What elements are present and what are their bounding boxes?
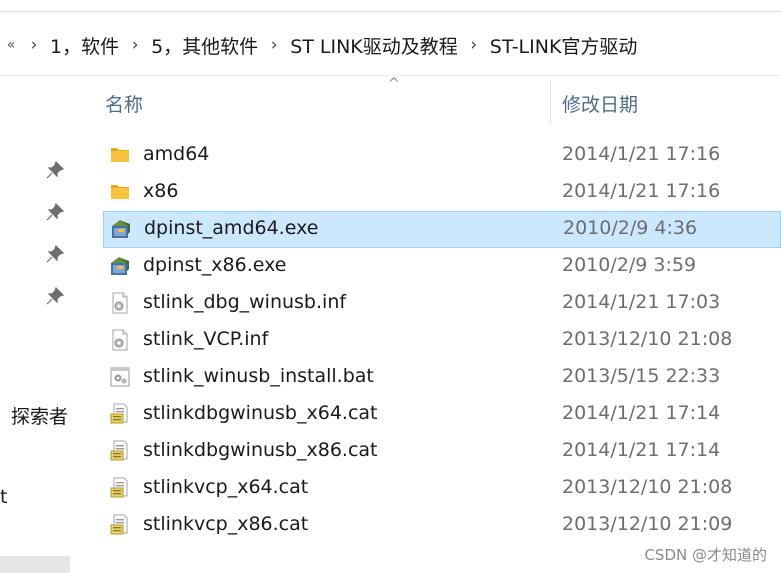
file-date-modified: 2013/12/10 21:08: [562, 328, 733, 350]
file-name: x86: [143, 180, 179, 202]
file-date-modified: 2013/12/10 21:08: [562, 476, 733, 498]
file-date-modified: 2010/2/9 3:59: [562, 254, 697, 276]
file-row[interactable]: stlinkdbgwinusb_x86.cat 2014/1/21 17:14: [72, 433, 781, 470]
breadcrumb-item[interactable]: ST LINK驱动及教程: [286, 32, 462, 59]
file-date-modified: 2014/1/21 17:16: [562, 180, 721, 202]
nav-item-label[interactable]: t: [0, 486, 7, 508]
search-box-border: [0, 11, 781, 12]
file-row[interactable]: stlink_VCP.inf 2013/12/10 21:08: [72, 322, 781, 359]
file-row[interactable]: stlink_winusb_install.bat 2013/5/15 22:33: [72, 359, 781, 396]
file-row[interactable]: stlinkdbgwinusb_x64.cat 2014/1/21 17:14: [72, 396, 781, 433]
folder-icon: [108, 143, 132, 167]
installer-icon: [108, 254, 132, 278]
breadcrumb-item[interactable]: 1，软件: [46, 32, 123, 59]
file-row[interactable]: amd64 2014/1/21 17:16: [72, 137, 781, 174]
file-name: amd64: [143, 143, 210, 165]
column-header-name[interactable]: 名称: [105, 90, 143, 117]
file-date-modified: 2014/1/21 17:14: [562, 439, 721, 461]
navigation-pane: 探索者 t: [0, 76, 72, 573]
breadcrumb-item-current[interactable]: ST-LINK官方驱动: [486, 32, 642, 59]
watermark: CSDN @才知道的: [644, 546, 767, 564]
chevron-right-icon[interactable]: ›: [462, 35, 486, 55]
setup-info-icon: [108, 291, 132, 315]
search-box-edge: [0, 0, 781, 20]
file-date-modified: 2014/1/21 17:16: [562, 143, 721, 165]
security-catalog-icon: [108, 513, 132, 537]
setup-info-icon: [108, 328, 132, 352]
chevron-right-icon[interactable]: ›: [123, 35, 147, 55]
file-row[interactable]: stlinkvcp_x86.cat 2013/12/10 21:09: [72, 507, 781, 544]
file-row[interactable]: dpinst_x86.exe 2010/2/9 3:59: [72, 248, 781, 285]
file-name: stlink_dbg_winusb.inf: [143, 291, 347, 313]
security-catalog-icon: [108, 476, 132, 500]
nav-scrollbar[interactable]: [0, 556, 70, 573]
installer-icon: [109, 217, 133, 241]
file-date-modified: 2014/1/21 17:03: [562, 291, 721, 313]
pin-icon[interactable]: [45, 244, 65, 264]
file-row[interactable]: dpinst_amd64.exe 2010/2/9 4:36: [103, 211, 781, 248]
sort-ascending-icon: ^: [388, 76, 400, 92]
file-name: stlinkvcp_x64.cat: [143, 476, 309, 498]
pin-icon[interactable]: [45, 160, 65, 180]
batch-file-icon: [108, 365, 132, 389]
file-date-modified: 2010/2/9 4:36: [563, 217, 698, 239]
file-name: stlink_VCP.inf: [143, 328, 269, 350]
chevron-right-icon[interactable]: ›: [22, 35, 46, 55]
nav-item-label[interactable]: 探索者: [11, 402, 68, 429]
column-header: ^ 名称 修改日期: [72, 76, 781, 124]
file-row[interactable]: stlinkvcp_x64.cat 2013/12/10 21:08: [72, 470, 781, 507]
file-name: stlink_winusb_install.bat: [143, 365, 374, 387]
column-header-date-modified[interactable]: 修改日期: [562, 90, 638, 117]
file-date-modified: 2014/1/21 17:14: [562, 402, 721, 424]
file-name: stlinkdbgwinusb_x86.cat: [143, 439, 378, 461]
file-name: stlinkdbgwinusb_x64.cat: [143, 402, 378, 424]
file-rows: amd64 2014/1/21 17:16 x86 2014/1/21 17:16 dp…: [72, 137, 781, 544]
breadcrumb-item[interactable]: 5，其他软件: [147, 32, 262, 59]
address-bar[interactable]: « › 1，软件 › 5，其他软件 › ST LINK驱动及教程 › ST-LI…: [0, 24, 781, 66]
security-catalog-icon: [108, 439, 132, 463]
file-date-modified: 2013/12/10 21:09: [562, 513, 733, 535]
file-name: dpinst_x86.exe: [143, 254, 287, 276]
pin-icon[interactable]: [45, 202, 65, 222]
pin-icon[interactable]: [45, 286, 65, 306]
chevron-right-icon[interactable]: ›: [262, 35, 286, 55]
file-name: stlinkvcp_x86.cat: [143, 513, 309, 535]
file-name: dpinst_amd64.exe: [144, 217, 319, 239]
file-row[interactable]: stlink_dbg_winusb.inf 2014/1/21 17:03: [72, 285, 781, 322]
security-catalog-icon: [108, 402, 132, 426]
file-list: ^ 名称 修改日期 amd64 2014/1/21 17:16 x86 2014/1/…: [72, 76, 781, 573]
folder-icon: [108, 180, 132, 204]
column-divider[interactable]: [550, 80, 551, 124]
file-date-modified: 2013/5/15 22:33: [562, 365, 721, 387]
file-row[interactable]: x86 2014/1/21 17:16: [72, 174, 781, 211]
more-locations-icon[interactable]: «: [0, 37, 22, 53]
